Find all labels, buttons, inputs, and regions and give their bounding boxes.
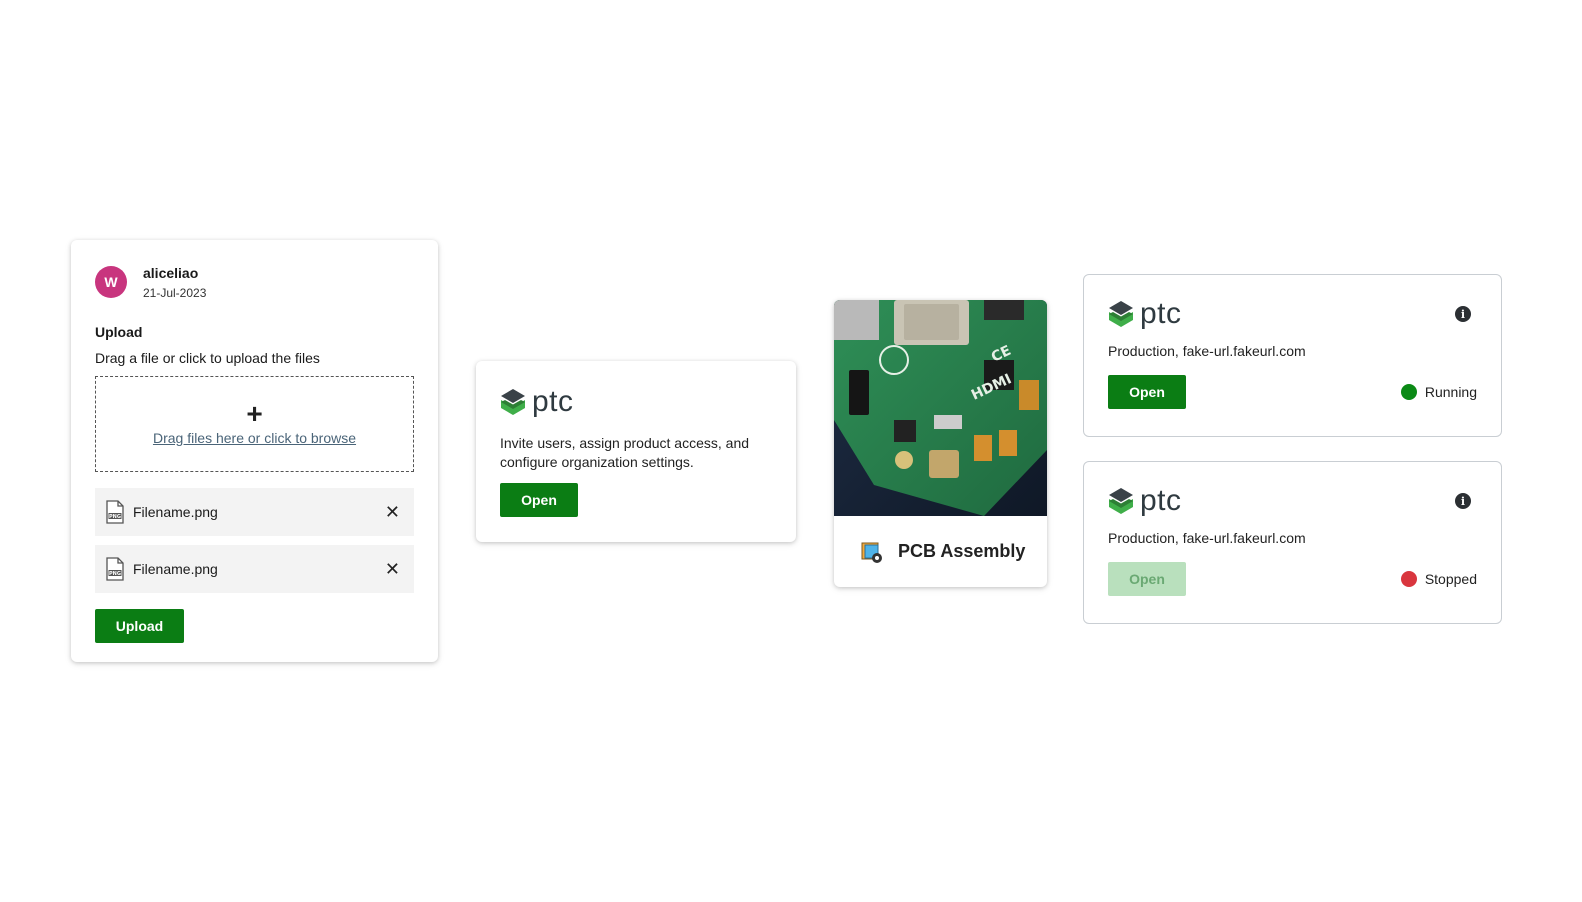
status-label: Running [1424, 384, 1477, 400]
server-actions: Open Stopped [1108, 562, 1477, 596]
assembly-icon [861, 542, 882, 563]
ptc-logo-text: ptc [1140, 297, 1182, 330]
upload-description: Drag a file or click to upload the files [95, 350, 320, 366]
ptc-logo-icon [1109, 301, 1133, 327]
open-button-disabled: Open [1108, 562, 1186, 596]
open-button[interactable]: Open [1108, 375, 1186, 409]
upload-card: W aliceliao 21-Jul-2023 Upload Drag a fi… [71, 240, 438, 662]
organization-description: Invite users, assign product access, and… [500, 435, 750, 470]
file-name: Filename.png [133, 504, 218, 520]
remove-file-icon[interactable]: ✕ [381, 502, 404, 523]
pcb-footer: PCB Assembly [834, 516, 1047, 587]
username: aliceliao [143, 265, 199, 281]
status-dot [1400, 571, 1417, 587]
file-dropzone[interactable]: + Drag files here or click to browse [95, 376, 414, 472]
status-label: Stopped [1424, 571, 1477, 587]
organization-card: ptc Invite users, assign product access,… [476, 361, 796, 542]
server-url: Production, fake-url.fakeurl.com [1108, 343, 1306, 359]
upload-date: 21-Jul-2023 [143, 286, 207, 300]
server-actions: Open Running [1108, 375, 1477, 409]
status-indicator: Running [1400, 384, 1477, 400]
file-name: Filename.png [133, 561, 218, 577]
avatar[interactable]: W [95, 266, 127, 298]
file-row: PNG Filename.png ✕ [95, 488, 414, 536]
user-row: W aliceliao 21-Jul-2023 [95, 264, 414, 300]
png-file-icon: PNG [106, 557, 124, 581]
png-file-icon: PNG [106, 500, 124, 524]
upload-button[interactable]: Upload [95, 609, 184, 643]
ptc-logo: ptc [500, 385, 772, 419]
open-button[interactable]: Open [500, 483, 578, 517]
svg-text:PNG: PNG [109, 514, 121, 520]
pcb-assembly-card[interactable]: CE HDMI PCB Assembly [834, 300, 1047, 587]
ptc-logo: ptc [1108, 484, 1182, 518]
user-info: aliceliao 21-Jul-2023 [143, 264, 206, 300]
ptc-logo-text: ptc [532, 385, 574, 418]
upload-title: Upload [95, 324, 143, 340]
server-card-running: ptc i Production, fake-url.fakeurl.com O… [1083, 274, 1502, 437]
server-header: ptc i [1108, 484, 1477, 518]
remove-file-icon[interactable]: ✕ [381, 559, 404, 580]
pcb-title: PCB Assembly [898, 541, 1026, 561]
server-card-stopped: ptc i Production, fake-url.fakeurl.com O… [1083, 461, 1502, 624]
browse-link[interactable]: Drag files here or click to browse [153, 430, 356, 446]
svg-text:PNG: PNG [109, 571, 121, 577]
status-dot [1400, 384, 1417, 400]
status-indicator: Stopped [1400, 571, 1477, 587]
info-icon[interactable]: i [1455, 306, 1471, 322]
ptc-logo: ptc [1108, 297, 1182, 331]
file-row: PNG Filename.png ✕ [95, 545, 414, 593]
server-header: ptc i [1108, 297, 1477, 331]
ptc-logo-icon [1109, 488, 1133, 514]
ptc-logo-text: ptc [1140, 484, 1182, 517]
info-icon[interactable]: i [1455, 493, 1471, 509]
server-url: Production, fake-url.fakeurl.com [1108, 530, 1306, 546]
pcb-board-image: CE HDMI [834, 300, 1047, 516]
plus-icon: + [246, 398, 263, 429]
ptc-logo-icon [501, 389, 525, 415]
